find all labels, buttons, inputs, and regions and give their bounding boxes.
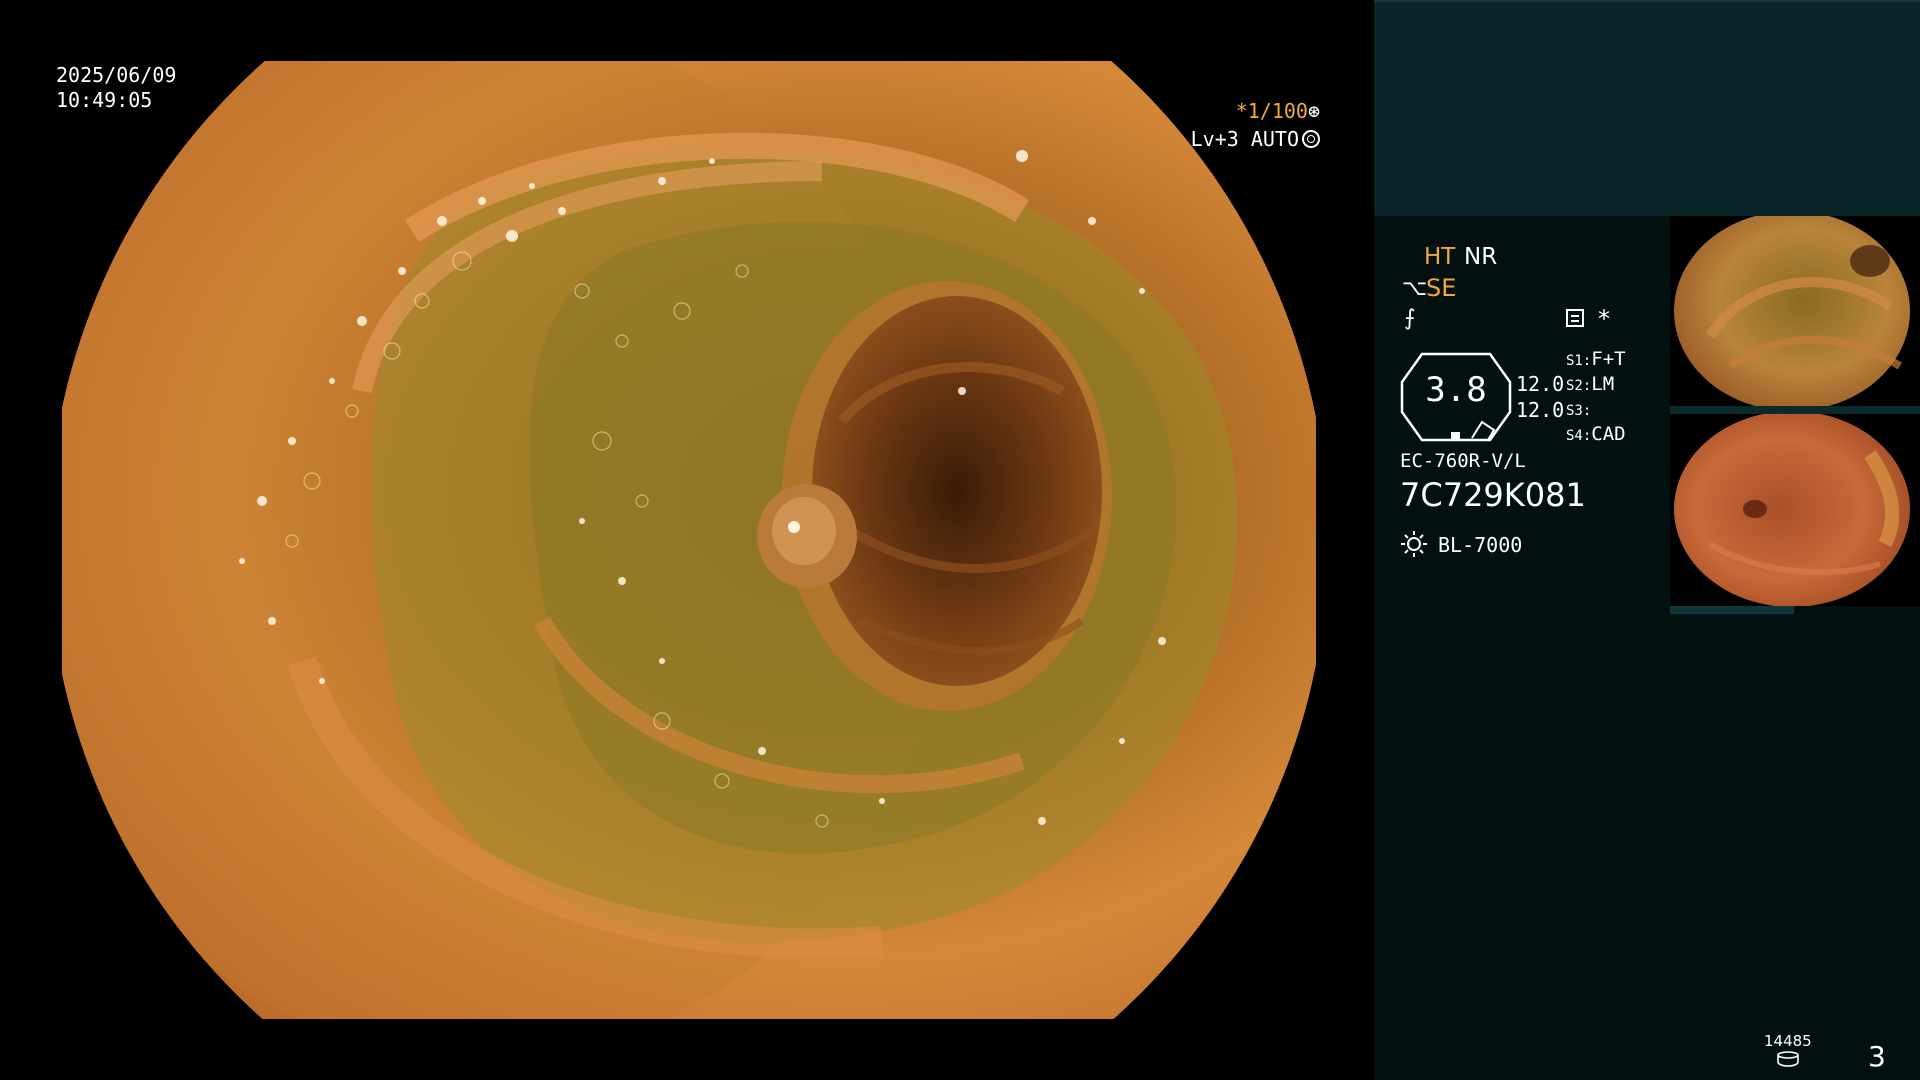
- ht-indicator: HT: [1424, 244, 1456, 270]
- se-indicator: SE: [1426, 274, 1457, 302]
- iris-value: 3.8: [1425, 370, 1487, 410]
- shutter-readout: *1/100⊛: [1236, 97, 1320, 125]
- capture-thumbnail-1[interactable]: [1670, 216, 1920, 406]
- structure-enhance-icon: ⌥: [1402, 276, 1428, 301]
- time-text: 10:49:05: [56, 88, 153, 112]
- switch-slot-1: S1:F+T: [1566, 348, 1626, 370]
- slot-value: LM: [1591, 373, 1615, 395]
- slot-key: S3:: [1566, 403, 1592, 419]
- endoscopy-main-image: [62, 61, 1316, 1019]
- mucosa-illustration: [62, 61, 1316, 1019]
- thumbnail-image: [1670, 216, 1920, 406]
- slot-key: S2:: [1566, 378, 1592, 394]
- light-source-model: BL-7000: [1438, 533, 1523, 557]
- slot-value: CAD: [1591, 423, 1626, 445]
- slot-key: S4:: [1566, 428, 1592, 444]
- shutter-text: *1/100: [1235, 99, 1308, 123]
- light-source-icon: [1401, 531, 1427, 557]
- level-readout: Lv+3 AUTO: [1191, 125, 1320, 153]
- slot-value: F+T: [1591, 348, 1626, 370]
- iris-reading-a: 12.0: [1516, 372, 1565, 396]
- gear-icon: ⊛: [1307, 99, 1320, 123]
- nr-indicator: NR: [1464, 244, 1498, 270]
- iris-reading-b: 12.0: [1516, 398, 1565, 422]
- ring-icon: [1302, 130, 1320, 148]
- switch-slot-3: S3:: [1566, 398, 1591, 420]
- slot-key: S1:: [1566, 353, 1592, 369]
- level-text: Lv+3 AUTO: [1190, 127, 1299, 151]
- thumbnail-indicator-bar: [1670, 606, 1794, 614]
- scope-model: EC-760R-V/L: [1400, 450, 1526, 472]
- capture-thumbnail-2[interactable]: [1670, 414, 1920, 606]
- enhancement-icon: ⨍: [1404, 306, 1416, 331]
- thumbnail-image: [1670, 414, 1920, 606]
- storage-disk-icon: [1777, 1051, 1799, 1067]
- page-number: 3: [1868, 1040, 1886, 1073]
- thumbnail-separator: [1670, 406, 1920, 414]
- datetime-readout: 2025/06/09 10:49:05: [56, 63, 176, 113]
- scope-serial: 7C729K081: [1400, 476, 1586, 514]
- date-text: 2025/06/09: [56, 63, 177, 87]
- switch-slot-2: S2:LM: [1566, 373, 1614, 395]
- menu-icon: [1566, 309, 1584, 327]
- storage-counter: 14485: [1764, 1032, 1812, 1050]
- switch-slot-4: S4:CAD: [1566, 423, 1626, 445]
- star-icon: *: [1598, 305, 1610, 333]
- status-panel-header: [1374, 0, 1920, 216]
